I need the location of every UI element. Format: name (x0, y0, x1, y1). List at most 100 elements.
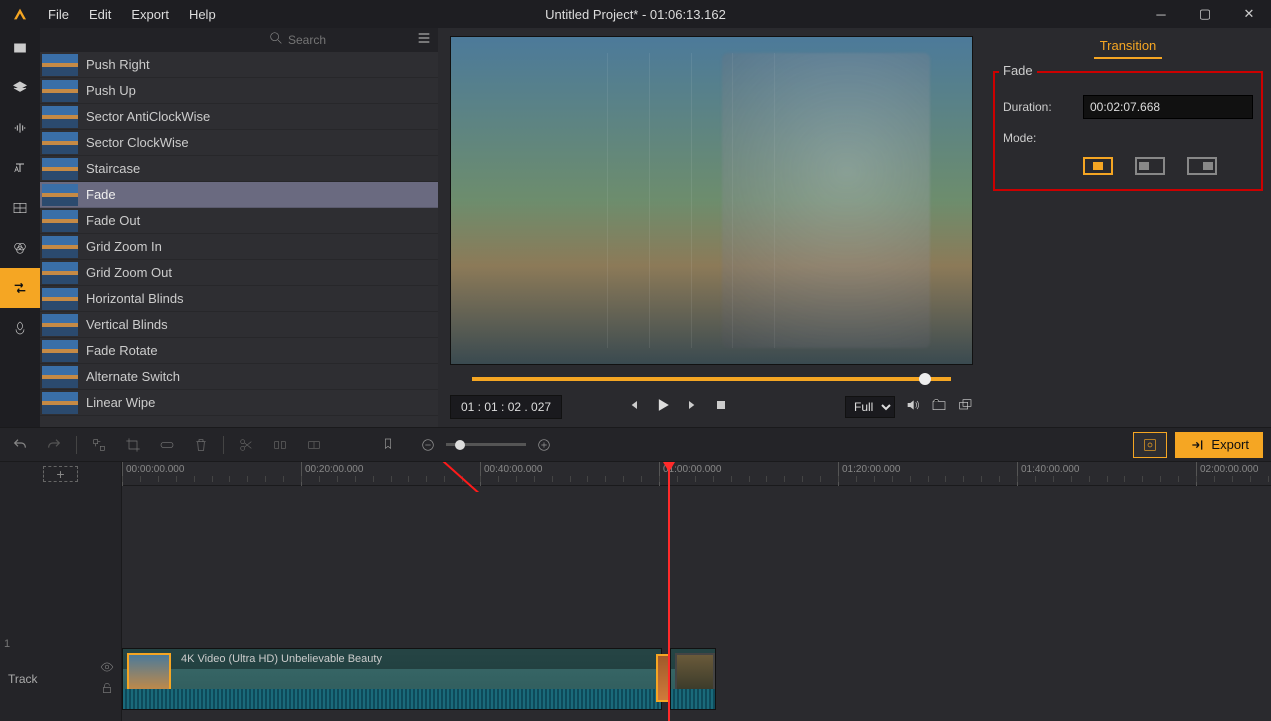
transition-thumb (42, 158, 78, 180)
add-track-button[interactable]: + (43, 466, 77, 482)
ruler-tick-label: 00:00:00.000 (126, 464, 184, 475)
transition-thumb (42, 54, 78, 76)
preview-monitor (450, 36, 973, 365)
tab-filters[interactable] (0, 228, 40, 268)
mode-center[interactable] (1083, 157, 1113, 175)
props-section-label: Fade (999, 63, 1037, 78)
tool-delete-icon[interactable] (189, 433, 213, 457)
prev-frame-icon[interactable] (625, 397, 641, 418)
zoom-slider[interactable] (446, 443, 526, 446)
transition-thumb (42, 184, 78, 206)
transition-thumb (42, 392, 78, 414)
transition-item[interactable]: Fade Out (40, 208, 438, 234)
transition-item[interactable]: Horizontal Blinds (40, 286, 438, 312)
transition-item[interactable]: Alternate Switch (40, 364, 438, 390)
transition-item[interactable]: Fade (40, 182, 438, 208)
transition-label: Linear Wipe (86, 395, 155, 410)
duration-label: Duration: (1003, 100, 1083, 114)
transition-label: Push Right (86, 57, 150, 72)
snapshot-icon[interactable] (931, 397, 947, 418)
transition-thumb (42, 340, 78, 362)
marker-icon[interactable] (376, 433, 400, 457)
ruler-tick-label: 01:40:00.000 (1021, 464, 1079, 475)
ruler-tick-label: 00:40:00.000 (484, 464, 542, 475)
clip-thumbnail (675, 653, 715, 693)
ruler-tick-label: 01:20:00.000 (842, 464, 900, 475)
tool-select-icon[interactable] (87, 433, 111, 457)
preview-scrubber[interactable] (472, 377, 951, 381)
timeline-playhead[interactable] (668, 462, 670, 721)
volume-icon[interactable] (905, 397, 921, 418)
fit-select[interactable]: Full (845, 396, 895, 418)
transition-item[interactable]: Grid Zoom In (40, 234, 438, 260)
undo-icon[interactable] (8, 433, 32, 457)
transition-thumb (42, 366, 78, 388)
tab-layers[interactable] (0, 68, 40, 108)
export-label: Export (1211, 437, 1249, 452)
clip-thumbnail (127, 653, 171, 693)
transition-label: Sector AntiClockWise (86, 109, 210, 124)
track-visibility-icon[interactable] (100, 660, 114, 677)
tool-split-icon[interactable] (268, 433, 292, 457)
transition-label: Alternate Switch (86, 369, 180, 384)
transition-label: Grid Zoom In (86, 239, 162, 254)
transition-item[interactable]: Vertical Blinds (40, 312, 438, 338)
duration-input[interactable] (1083, 95, 1253, 119)
menu-export[interactable]: Export (123, 3, 177, 26)
transition-label: Push Up (86, 83, 136, 98)
track-lock-icon[interactable] (100, 681, 114, 698)
minimize-icon[interactable]: ─ (1139, 0, 1183, 28)
maximize-icon[interactable]: ▢ (1183, 0, 1227, 28)
tool-link-icon[interactable] (155, 433, 179, 457)
tool-crop-icon[interactable] (121, 433, 145, 457)
mode-right[interactable] (1187, 157, 1217, 175)
transition-thumb (42, 262, 78, 284)
transition-item[interactable]: Linear Wipe (40, 390, 438, 416)
tab-elements[interactable] (0, 308, 40, 348)
export-button[interactable]: Export (1175, 432, 1263, 458)
transition-item[interactable]: Staircase (40, 156, 438, 182)
menu-edit[interactable]: Edit (81, 3, 119, 26)
mode-left[interactable] (1135, 157, 1165, 175)
menu-help[interactable]: Help (181, 3, 224, 26)
transition-label: Fade (86, 187, 116, 202)
transition-label: Staircase (86, 161, 140, 176)
transition-label: Grid Zoom Out (86, 265, 172, 280)
tab-text[interactable] (0, 148, 40, 188)
list-view-icon[interactable] (416, 30, 432, 51)
transition-label: Vertical Blinds (86, 317, 168, 332)
redo-icon[interactable] (42, 433, 66, 457)
detach-icon[interactable] (957, 397, 973, 418)
transition-label: Sector ClockWise (86, 135, 189, 150)
close-icon[interactable]: ✕ (1227, 0, 1271, 28)
play-icon[interactable] (653, 395, 673, 420)
search-icon (268, 30, 284, 51)
transition-item[interactable]: Sector ClockWise (40, 130, 438, 156)
transition-item[interactable]: Fade Rotate (40, 338, 438, 364)
tool-merge-icon[interactable] (302, 433, 326, 457)
transition-item[interactable]: Grid Zoom Out (40, 260, 438, 286)
search-input[interactable] (288, 33, 408, 47)
next-frame-icon[interactable] (685, 397, 701, 418)
props-tab-transition[interactable]: Transition (1094, 34, 1163, 59)
transition-item[interactable]: Push Up (40, 78, 438, 104)
ruler-tick-label: 00:20:00.000 (305, 464, 363, 475)
zoom-out-icon[interactable] (416, 433, 440, 457)
tool-cut-icon[interactable] (234, 433, 258, 457)
ruler-tick-label: 02:00:00.000 (1200, 464, 1258, 475)
transition-item[interactable]: Sector AntiClockWise (40, 104, 438, 130)
zoom-in-icon[interactable] (532, 433, 556, 457)
transition-item[interactable]: Push Right (40, 52, 438, 78)
timeline-clip-2[interactable] (670, 648, 716, 710)
transition-label: Horizontal Blinds (86, 291, 184, 306)
tab-audio[interactable] (0, 108, 40, 148)
stop-icon[interactable] (713, 397, 729, 418)
menu-file[interactable]: File (40, 3, 77, 26)
app-logo-icon (0, 6, 40, 22)
timeline-clip-1[interactable]: 4K Video (Ultra HD) Unbelievable Beauty (122, 648, 662, 710)
transition-thumb (42, 288, 78, 310)
tab-transitions[interactable] (0, 268, 40, 308)
export-settings-button[interactable] (1133, 432, 1167, 458)
tab-media[interactable] (0, 28, 40, 68)
tab-split[interactable] (0, 188, 40, 228)
